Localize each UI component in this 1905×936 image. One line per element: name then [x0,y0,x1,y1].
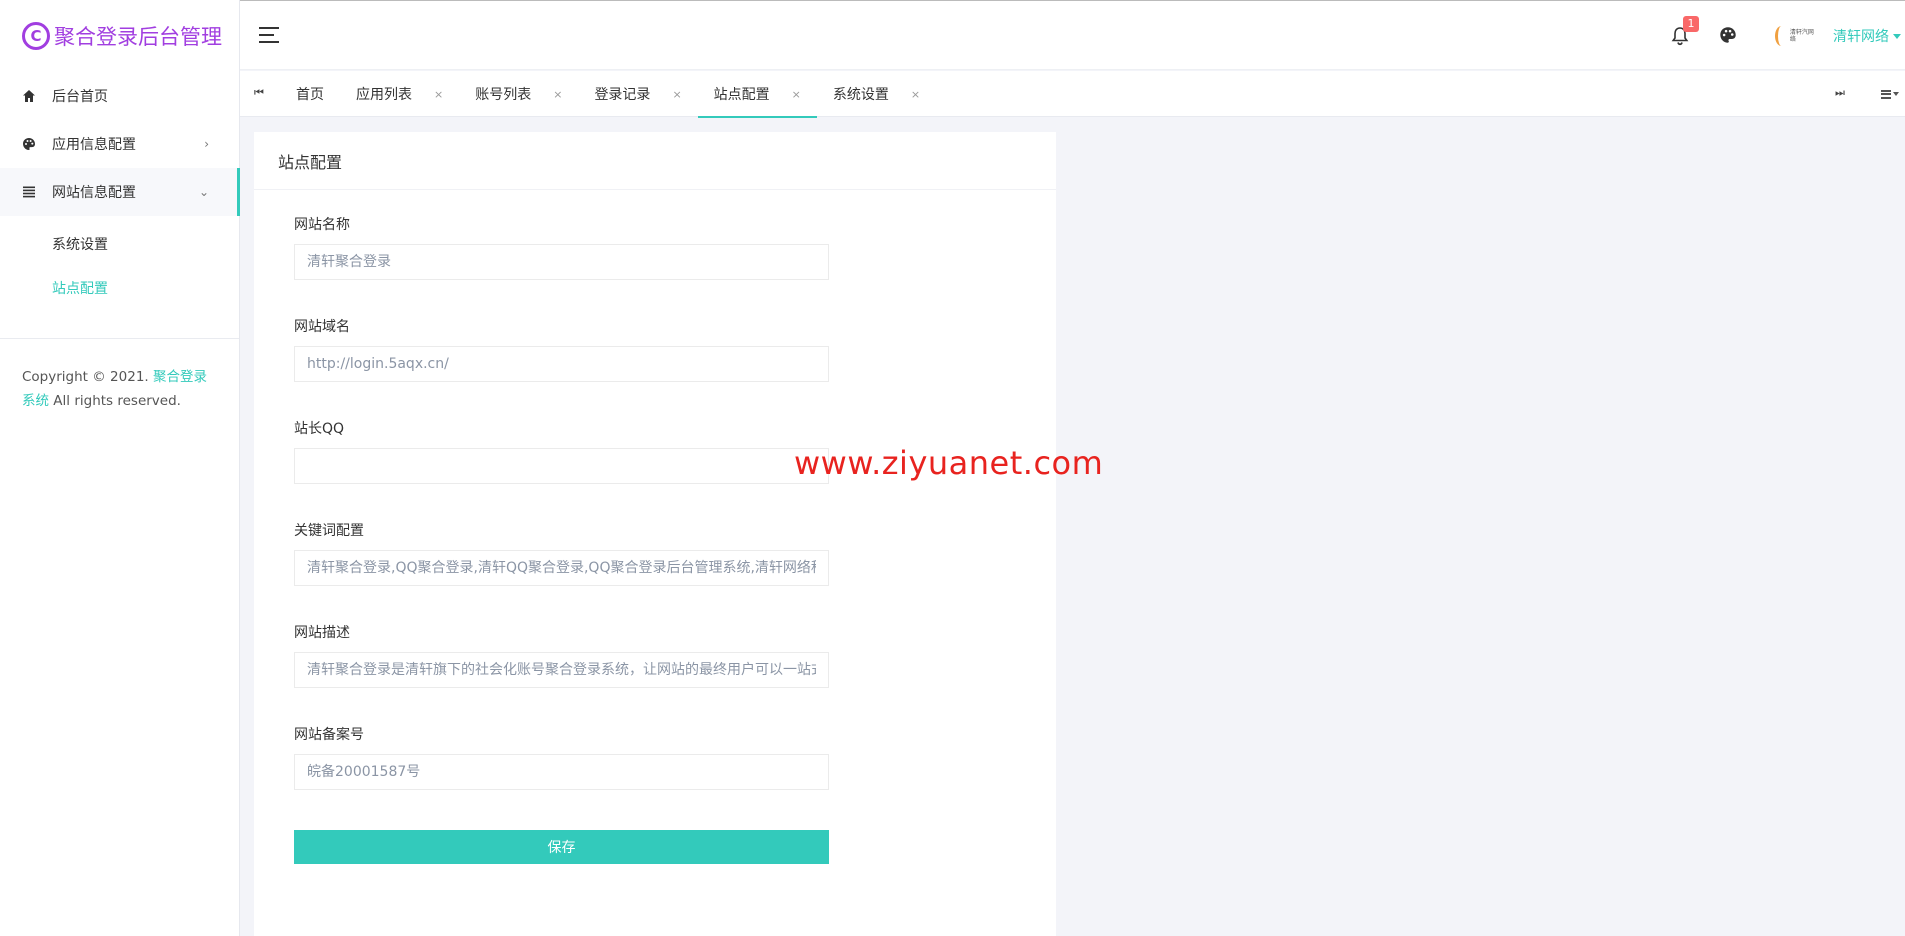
close-icon[interactable]: × [553,88,562,101]
tab-label: 系统设置 [832,87,889,103]
top-header: 1 清轩汽网络 清轩网络 [240,0,1905,70]
header-actions: 1 清轩汽网络 清轩网络 [1671,1,1905,71]
brand-title: 聚合登录后台管理 [54,25,222,49]
sidebar-subitem-site-config[interactable]: 站点配置 [0,266,239,310]
home-icon [22,89,36,103]
caret-down-icon [1893,92,1899,96]
tab-scroll-left-icon[interactable]: ⏮ [254,86,268,100]
site-config-form: 网站名称 网站域名 站长QQ 关键词配置 网站描述 网站备案号 保存 [254,190,1056,864]
keywords-input[interactable] [294,550,829,586]
tab-system-settings[interactable]: 系统设置 × [817,71,936,117]
save-button[interactable]: 保存 [294,830,829,864]
sidebar-menu: 后台首页 应用信息配置 › 网站信息配置 ⌄ [0,72,240,216]
watermark: www.ziyuanet.com [794,444,1104,482]
theme-palette-button[interactable] [1719,26,1739,46]
sidebar-item-label: 网站信息配置 [52,185,136,201]
caret-down-icon[interactable] [1893,33,1901,39]
tab-label: 应用列表 [356,87,412,103]
tab-label: 登录记录 [594,87,651,103]
description-input[interactable] [294,652,829,688]
form-group-description: 网站描述 [294,622,1016,688]
palette-icon [22,137,36,151]
sidebar-item-label: 应用信息配置 [52,137,136,153]
icp-label: 网站备案号 [294,727,364,743]
admin-qq-label: 站长QQ [294,421,345,437]
form-group-site-domain: 网站域名 [294,316,1016,382]
menu-icon [1881,89,1891,99]
form-group-site-name: 网站名称 [294,214,1016,280]
tabs-bar: ⏮ 首页 应用列表 × 账号列表 × 登录记录 × 站点配置 × 系统设置 × … [240,71,1905,118]
tab-login-records[interactable]: 登录记录 × [578,71,697,117]
keywords-label: 关键词配置 [294,523,364,539]
description-label: 网站描述 [294,625,350,641]
menu-toggle-icon[interactable] [259,27,279,43]
site-name-input[interactable] [294,244,829,280]
form-group-keywords: 关键词配置 [294,520,1016,586]
form-group-icp: 网站备案号 [294,724,1016,790]
tab-app-list[interactable]: 应用列表 × [340,71,459,117]
tab-scroll-right-icon[interactable]: ⏭ [1835,86,1849,100]
palette-icon [1720,27,1736,43]
avatar-logo-icon [1775,26,1788,46]
close-icon[interactable]: × [434,88,443,101]
avatar-text: 清轩汽网络 [1789,29,1814,43]
sidebar-item-home[interactable]: 后台首页 [0,72,239,120]
copyright-suffix: All rights reserved. [49,393,181,409]
sidebar-submenu: 系统设置 站点配置 [0,216,239,320]
site-config-card: 站点配置 网站名称 网站域名 站长QQ 关键词配置 网站描述 网站备案号 保存 [254,132,1056,936]
sidebar-item-label: 后台首页 [52,89,108,105]
copyright-prefix: Copyright © 2021. [22,369,153,385]
close-icon[interactable]: × [672,88,681,101]
admin-qq-input[interactable] [294,448,829,484]
notification-badge: 1 [1683,16,1699,32]
tab-list: 首页 应用列表 × 账号列表 × 登录记录 × 站点配置 × 系统设置 × [280,71,936,118]
avatar[interactable]: 清轩汽网络 [1775,24,1817,48]
icp-input[interactable] [294,754,829,790]
tab-label: 站点配置 [713,87,770,103]
site-name-label: 网站名称 [294,217,350,233]
card-title: 站点配置 [254,132,1056,190]
notification-bell[interactable]: 1 [1671,16,1699,46]
copyright: Copyright © 2021. 聚合登录系统 All rights rese… [0,339,239,439]
close-icon[interactable]: × [792,88,801,101]
brand[interactable]: C 聚合登录后台管理 [0,0,239,72]
site-domain-input[interactable] [294,346,829,382]
brand-logo-icon: C [22,22,50,50]
sidebar: C 聚合登录后台管理 后台首页 应用信息配置 › 网站信息配置 ⌄ 系统设置 站… [0,0,240,936]
tab-menu-button[interactable] [1881,87,1901,101]
tab-label: 账号列表 [475,87,532,103]
sidebar-item-site-config[interactable]: 网站信息配置 ⌄ [0,168,240,216]
tab-site-config[interactable]: 站点配置 × [697,71,818,118]
user-name[interactable]: 清轩网络 [1833,26,1889,46]
site-domain-label: 网站域名 [294,319,350,335]
tab-account-list[interactable]: 账号列表 × [459,71,578,117]
list-icon [22,185,36,199]
tab-home[interactable]: 首页 [280,71,340,117]
close-icon[interactable]: × [911,88,920,101]
sidebar-item-app-config[interactable]: 应用信息配置 › [0,120,239,168]
tab-label: 首页 [296,87,324,103]
chevron-down-icon: ⌄ [198,185,209,199]
chevron-right-icon: › [204,137,209,151]
sidebar-subitem-system-settings[interactable]: 系统设置 [0,222,239,266]
